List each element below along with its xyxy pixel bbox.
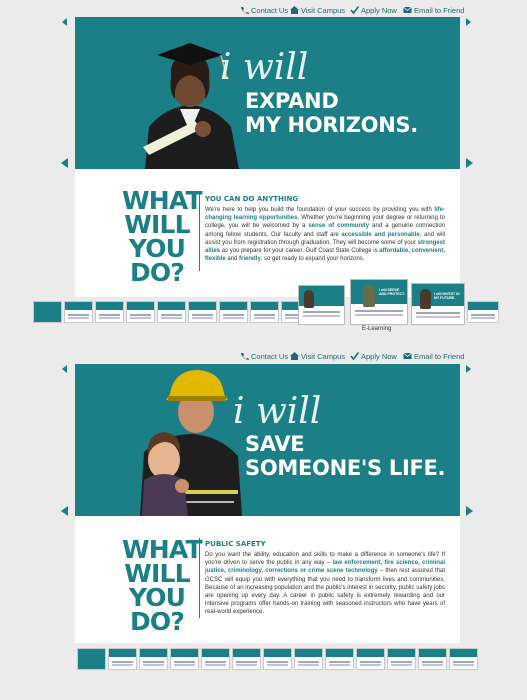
next-arrow-top-2[interactable] — [466, 365, 471, 373]
featured-thumbnail-1[interactable] — [298, 285, 345, 325]
contact-us-link[interactable]: Contact Us — [240, 6, 288, 15]
featured-thumbnail-selected[interactable]: i will SERVE AND PROTECT. — [350, 279, 408, 325]
hero-banner-1: i will EXPAND MY HORIZONS. — [75, 17, 460, 169]
thumbnail[interactable] — [263, 648, 292, 670]
thumbnail[interactable] — [157, 301, 186, 323]
envelope-icon — [403, 6, 412, 14]
section-body: We're here to help you build the foundat… — [205, 207, 446, 263]
home-icon — [290, 6, 299, 14]
thumbnail[interactable] — [294, 648, 323, 670]
section-body: Do you want the ability, education and s… — [205, 552, 445, 616]
envelope-icon — [403, 352, 412, 360]
thumbnail[interactable] — [467, 301, 499, 323]
thumbnail-strip-1 — [33, 301, 310, 323]
thumbnail[interactable] — [449, 648, 478, 670]
thumbnail[interactable] — [77, 648, 106, 670]
prev-arrow-1[interactable] — [61, 158, 68, 168]
thumbnail[interactable] — [356, 648, 385, 670]
thumbnail[interactable] — [64, 301, 93, 323]
thumbnail[interactable] — [139, 648, 168, 670]
email-friend-link[interactable]: Email to Friend — [403, 352, 464, 361]
hero-banner-2: i will SAVE SOMEONE'S LIFE. — [75, 364, 460, 516]
apply-now-link[interactable]: Apply Now — [350, 6, 397, 15]
thumbnail[interactable] — [95, 301, 124, 323]
featured-thumbnail-2[interactable]: i will INVEST IN MY FUTURE. — [411, 283, 465, 325]
next-arrow-top-1[interactable] — [466, 18, 471, 26]
thumbnail[interactable] — [188, 301, 217, 323]
thumbnail[interactable] — [219, 301, 248, 323]
phone-icon — [240, 6, 249, 14]
visit-campus-link[interactable]: Visit Campus — [290, 352, 345, 361]
i-will-text: i will — [220, 47, 309, 88]
graduate-photo — [143, 43, 239, 169]
content-panel-1: WHAT WILL YOU DO? YOU CAN DO ANYTHING We… — [75, 169, 460, 297]
check-icon — [350, 352, 360, 361]
thumbnail[interactable] — [33, 301, 62, 323]
headline-line-1: EXPAND — [245, 89, 339, 113]
what-will-you-do-heading: WHAT WILL YOU DO? — [122, 186, 203, 287]
thumbnail[interactable] — [232, 648, 261, 670]
thumbnail[interactable] — [201, 648, 230, 670]
home-icon — [290, 352, 299, 360]
what-will-you-do-heading: WHAT WILL YOU DO? — [122, 535, 203, 636]
content-panel-2: WHAT WILL YOU DO? PUBLIC SAFETY Do you w… — [75, 516, 460, 643]
thumbnail[interactable] — [387, 648, 416, 670]
thumbnail[interactable] — [108, 648, 137, 670]
check-icon — [350, 6, 360, 15]
contact-us-link[interactable]: Contact Us — [240, 352, 288, 361]
next-arrow-1[interactable] — [466, 158, 473, 168]
headline-line-2: SOMEONE'S LIFE. — [245, 456, 446, 480]
firefighter-photo — [140, 370, 242, 516]
selected-caption: E-Learning — [362, 326, 392, 332]
next-arrow-2[interactable] — [466, 506, 473, 516]
section-title: YOU CAN DO ANYTHING — [205, 195, 299, 203]
i-will-text: i will — [233, 391, 322, 432]
thumbnail[interactable] — [170, 648, 199, 670]
prev-arrow-2[interactable] — [61, 506, 68, 516]
prev-arrow-top-1[interactable] — [62, 18, 67, 26]
apply-now-link[interactable]: Apply Now — [350, 352, 397, 361]
divider-line — [199, 191, 200, 271]
thumbnail[interactable] — [250, 301, 279, 323]
headline-line-2: MY HORIZONS. — [245, 113, 418, 137]
prev-arrow-top-2[interactable] — [62, 365, 67, 373]
headline-line-1: SAVE — [245, 432, 305, 456]
divider-line — [199, 538, 200, 618]
thumbnail[interactable] — [126, 301, 155, 323]
phone-icon — [240, 352, 249, 360]
visit-campus-link[interactable]: Visit Campus — [290, 6, 345, 15]
thumbnail[interactable] — [418, 648, 447, 670]
thumbnail[interactable] — [325, 648, 354, 670]
section-title: PUBLIC SAFETY — [205, 540, 266, 548]
email-friend-link[interactable]: Email to Friend — [403, 6, 464, 15]
thumbnail-strip-2 — [77, 648, 478, 670]
